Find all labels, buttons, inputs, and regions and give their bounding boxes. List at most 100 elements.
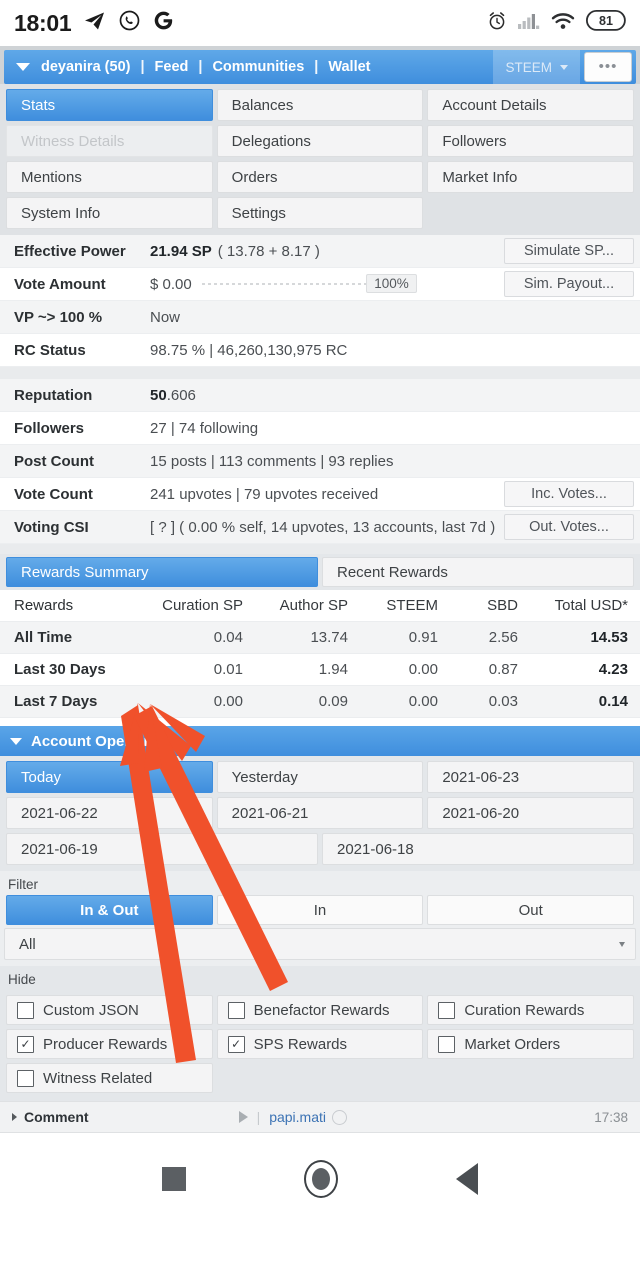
separator: |: [140, 59, 145, 75]
date-chip-2021-06-19[interactable]: 2021-06-19: [6, 833, 318, 865]
outgoing-votes-button[interactable]: Out. Votes...: [504, 514, 634, 540]
separator: |: [198, 59, 203, 75]
account-operations-header[interactable]: Account Operations: [0, 726, 640, 756]
tab-placeholder: [427, 197, 634, 229]
chevron-down-icon: [10, 737, 22, 745]
app-header-links: deyanira (50) | Feed | Communities | Wal…: [39, 59, 373, 75]
rewards-tabs: Rewards Summary Recent Rewards: [0, 554, 640, 590]
filter-out[interactable]: Out: [427, 895, 635, 925]
operation-user-link[interactable]: papi.mati: [269, 1109, 326, 1125]
checkbox-witness-related[interactable]: Witness Related: [6, 1063, 213, 1093]
tab-orders[interactable]: Orders: [216, 161, 424, 193]
checkbox-label: SPS Rewards: [253, 1035, 348, 1053]
status-bar-right: 81: [487, 9, 626, 36]
section-divider: [0, 367, 640, 379]
overflow-menu-button[interactable]: •••: [584, 52, 632, 82]
checkbox-producer-rewards[interactable]: ✓ Producer Rewards: [6, 1029, 213, 1059]
filter-in-and-out[interactable]: In & Out: [6, 895, 213, 925]
recents-square-icon[interactable]: [162, 1167, 186, 1191]
stat-value: 98.75 % | 46,260,130,975 RC: [150, 341, 348, 359]
checkbox-sps-rewards[interactable]: ✓ SPS Rewards: [216, 1029, 424, 1059]
date-chip-2021-06-18[interactable]: 2021-06-18: [322, 833, 634, 865]
tab-recent-rewards[interactable]: Recent Rewards: [322, 557, 634, 587]
google-icon: [153, 10, 174, 36]
date-grid: Today Yesterday 2021-06-23 2021-06-22 20…: [0, 756, 640, 871]
checkbox-custom-json[interactable]: Custom JSON: [6, 995, 213, 1025]
table-row: Last 7 Days 0.00 0.09 0.00 0.03 0.14: [0, 685, 640, 718]
stat-value-rest: .606: [166, 386, 196, 404]
clock-time: 18:01: [14, 9, 72, 36]
vote-amount-value: $ 0.00: [150, 275, 192, 293]
stat-label: VP ~> 100 %: [14, 308, 103, 326]
tab-account-details[interactable]: Account Details: [427, 89, 634, 121]
stat-row-post-count: Post Count 15 posts | 113 comments | 93 …: [0, 445, 640, 478]
stat-value: 50 .606: [150, 379, 640, 411]
checkbox-label: Market Orders: [464, 1035, 561, 1053]
sim-payout-button[interactable]: Sim. Payout...: [504, 271, 634, 297]
account-operations-title: Account Operations: [31, 732, 175, 750]
cell-author-sp: 13.74: [255, 621, 360, 654]
cell-author-sp: 0.09: [255, 685, 360, 718]
stat-label: Vote Count: [14, 485, 93, 503]
tab-rewards-summary[interactable]: Rewards Summary: [6, 557, 318, 587]
stat-value: 15 posts | 113 comments | 93 replies: [150, 452, 394, 470]
filter-in[interactable]: In: [216, 895, 424, 925]
tab-followers[interactable]: Followers: [427, 125, 634, 157]
chevron-down-icon: [619, 941, 625, 947]
date-chip-2021-06-20[interactable]: 2021-06-20: [427, 797, 634, 829]
stat-value: Now: [150, 308, 181, 326]
svg-text:81: 81: [599, 14, 613, 28]
table-header-row: Rewards Curation SP Author SP STEEM SBD …: [0, 590, 640, 622]
tab-market-info[interactable]: Market Info: [427, 161, 634, 193]
stat-value-bold: 21.94 SP: [150, 242, 212, 260]
chevron-down-icon[interactable]: [16, 63, 30, 71]
cell-sbd: 2.56: [450, 621, 530, 654]
cell-total-usd: 0.14: [530, 685, 640, 718]
checkbox-placeholder: [427, 1063, 634, 1093]
tab-witness-details: Witness Details: [6, 125, 213, 157]
col-rewards: Rewards: [0, 590, 150, 622]
checkbox-label: Benefactor Rewards: [253, 1001, 390, 1019]
checkbox-market-orders[interactable]: Market Orders: [427, 1029, 634, 1059]
date-chip-yesterday[interactable]: Yesterday: [216, 761, 424, 793]
back-triangle-icon[interactable]: [456, 1163, 478, 1195]
tab-delegations[interactable]: Delegations: [216, 125, 424, 157]
checkbox-box-checked: ✓: [17, 1035, 34, 1053]
tab-settings[interactable]: Settings: [216, 197, 424, 229]
nav-link-wallet[interactable]: Wallet: [326, 59, 372, 75]
date-chip-2021-06-22[interactable]: 2021-06-22: [6, 797, 213, 829]
checkbox-box: [227, 1001, 245, 1019]
home-circle-icon[interactable]: [304, 1160, 338, 1198]
vote-weight-slider[interactable]: 100%: [201, 274, 417, 294]
operation-time: 17:38: [594, 1109, 628, 1125]
operation-row-comment[interactable]: Comment | papi.mati 17:38: [0, 1102, 640, 1132]
checkbox-curation-rewards[interactable]: Curation Rewards: [427, 995, 634, 1025]
tab-system-info[interactable]: System Info: [6, 197, 213, 229]
col-author-sp: Author SP: [255, 590, 360, 622]
col-curation-sp: Curation SP: [150, 590, 255, 622]
account-name-link[interactable]: deyanira (50): [39, 59, 132, 75]
date-chip-today[interactable]: Today: [6, 761, 213, 793]
operation-type-select[interactable]: All: [4, 928, 636, 960]
date-chip-2021-06-21[interactable]: 2021-06-21: [216, 797, 424, 829]
chevron-down-icon: [560, 64, 568, 70]
nav-link-feed[interactable]: Feed: [153, 59, 191, 75]
stat-label: Post Count: [14, 452, 94, 470]
incoming-votes-button[interactable]: Inc. Votes...: [504, 481, 634, 507]
date-chip-2021-06-23[interactable]: 2021-06-23: [427, 761, 634, 793]
nav-link-communities[interactable]: Communities: [210, 59, 306, 75]
stat-label: Effective Power: [14, 242, 126, 260]
operations-list: Comment | papi.mati 17:38: [0, 1101, 640, 1133]
tab-balances[interactable]: Balances: [216, 89, 424, 121]
filter-select-wrap: All: [0, 928, 640, 966]
stat-row-vote-count: Vote Count 241 upvotes | 79 upvotes rece…: [0, 478, 640, 511]
cell-sbd: 0.03: [450, 685, 530, 718]
tab-stats[interactable]: Stats: [6, 89, 213, 121]
tab-mentions[interactable]: Mentions: [6, 161, 213, 193]
simulate-sp-button[interactable]: Simulate SP...: [504, 238, 634, 264]
cell-curation-sp: 0.04: [150, 621, 255, 654]
checkbox-box-checked: ✓: [227, 1035, 245, 1053]
token-selector[interactable]: STEEM: [493, 50, 580, 84]
checkbox-benefactor-rewards[interactable]: Benefactor Rewards: [216, 995, 424, 1025]
play-icon[interactable]: [238, 1111, 248, 1123]
